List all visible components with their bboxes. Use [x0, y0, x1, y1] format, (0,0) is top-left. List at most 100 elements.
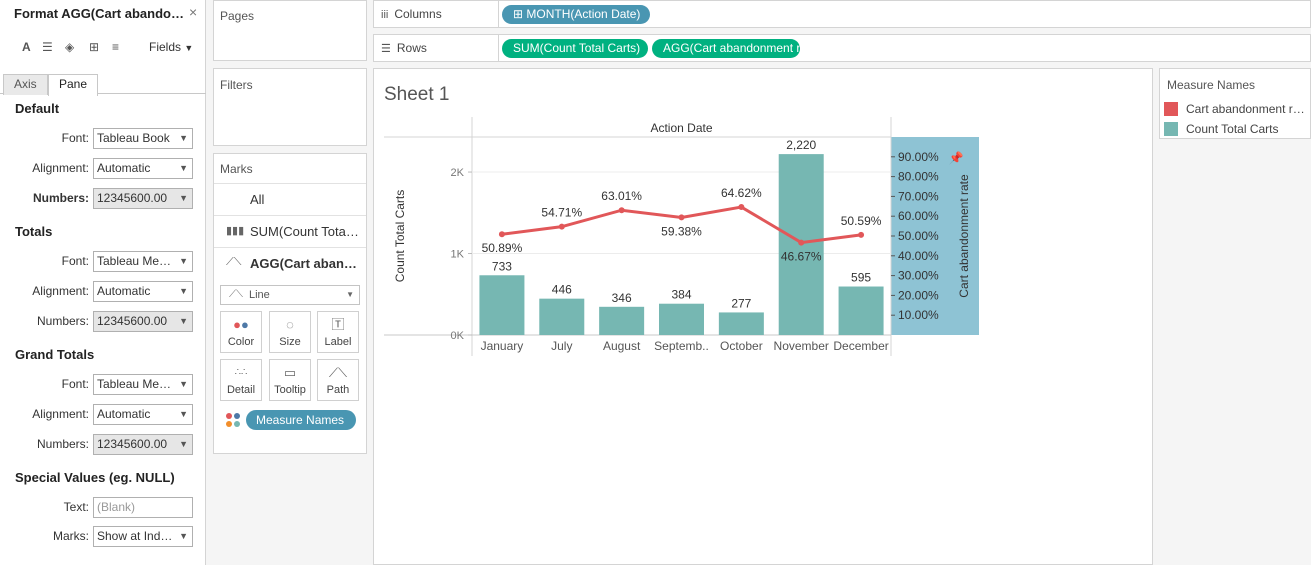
rows-pill-agg-cart-abandonment[interactable]: AGG(Cart abandonment rate): [652, 39, 800, 58]
chevron-down-icon: ▼: [179, 409, 188, 419]
tooltip-button[interactable]: ▭ Tooltip: [269, 359, 311, 401]
marks-row-label: AGG(Cart abandonment rate): [250, 256, 360, 271]
default-alignment-label: Alignment:: [32, 161, 89, 175]
fields-dropdown[interactable]: Fields ▼: [149, 40, 193, 54]
default-font-dropdown[interactable]: Tableau Book ▼: [93, 128, 193, 149]
detail-button-label: Detail: [226, 384, 256, 396]
pin-icon: 📌: [949, 150, 964, 165]
bar-data-label: 595: [851, 271, 871, 285]
pages-shelf[interactable]: Pages: [213, 0, 367, 61]
grand-totals-font-dropdown[interactable]: Tableau Medium ▼: [93, 374, 193, 395]
line-data-label: 54.71%: [541, 206, 582, 220]
lines-icon[interactable]: ≡: [112, 40, 119, 54]
rows-pill-sum-count[interactable]: SUM(Count Total Carts): [502, 39, 648, 58]
color-button-label: Color: [227, 336, 255, 348]
bar-chart-icon: ▮▮▮: [226, 225, 245, 237]
shading-icon[interactable]: ◈: [65, 40, 74, 54]
right-axis-tick-label: 90.00%: [898, 150, 939, 164]
chevron-down-icon: ▼: [179, 193, 188, 203]
alignment-icon[interactable]: ☰: [42, 40, 53, 54]
chevron-down-icon: ▼: [179, 531, 188, 541]
tab-axis[interactable]: Axis: [3, 74, 48, 95]
label-button[interactable]: 🅃 Label: [317, 311, 359, 353]
category-label: December: [833, 339, 888, 353]
tooltip-button-label: Tooltip: [274, 384, 306, 396]
left-axis-title: Count Total Carts: [393, 190, 407, 283]
left-axis-tick-label: 1K: [451, 249, 465, 261]
grand-totals-alignment-label: Alignment:: [32, 407, 89, 421]
bar-count-total-carts: [659, 303, 704, 335]
totals-font-label: Font:: [61, 254, 89, 268]
line-chart-icon: ⟋⟍: [229, 289, 243, 300]
marks-card: Marks All ▮▮▮ SUM(Count Total Carts) ⟋⟍ …: [213, 153, 367, 454]
format-toolbar: A ☰ ◈ ⊞ ≡ Fields ▼: [0, 36, 206, 60]
right-axis-tick-label: 40.00%: [898, 249, 939, 263]
legend-item-label: Count Total Carts: [1186, 122, 1279, 136]
bar-data-label: 346: [612, 291, 632, 305]
bar-data-label: 384: [671, 288, 691, 302]
legend-title: Measure Names: [1167, 78, 1256, 92]
bar-count-total-carts: [479, 275, 525, 335]
size-icon: ◌: [286, 317, 294, 332]
columns-pill-month[interactable]: ⊞ MONTH(Action Date): [502, 5, 650, 24]
path-button[interactable]: ⟋⟍ Path: [317, 359, 359, 401]
line-point: [618, 207, 625, 214]
tab-pane[interactable]: Pane: [48, 74, 99, 96]
bar-data-label: 733: [492, 259, 512, 273]
right-axis-tick-label: 20.00%: [898, 288, 939, 302]
filters-shelf[interactable]: Filters: [213, 68, 367, 146]
bar-count-total-carts: [718, 312, 764, 335]
grand-totals-numbers-label: Numbers:: [36, 437, 89, 451]
marks-row-all[interactable]: All: [214, 183, 366, 214]
marks-title: Marks: [220, 162, 253, 176]
right-axis-title: Cart abandonment rate: [957, 174, 971, 298]
legend-item-cart-abandonment[interactable]: Cart abandonment rate: [1164, 100, 1308, 118]
totals-font-dropdown[interactable]: Tableau Medium ▼: [93, 251, 193, 272]
line-data-label: 46.67%: [781, 250, 822, 264]
columns-shelf-header: iii Columns: [374, 1, 499, 27]
columns-label: Columns: [394, 7, 442, 21]
special-text-input[interactable]: (Blank): [93, 497, 193, 518]
rows-label: Rows: [396, 41, 427, 55]
color-legend: Measure Names Cart abandonment rate Coun…: [1159, 68, 1311, 139]
default-numbers-label: Numbers:: [32, 191, 89, 205]
legend-item-count-total-carts[interactable]: Count Total Carts: [1164, 120, 1308, 138]
special-marks-dropdown[interactable]: Show at Indicator ▼: [93, 526, 193, 547]
grand-totals-numbers-dropdown[interactable]: 12345600.00 ▼: [93, 434, 193, 455]
measure-names-pill[interactable]: Measure Names: [246, 410, 356, 430]
totals-alignment-label: Alignment:: [32, 284, 89, 298]
format-pane: Format AGG(Cart abandonment rate) × A ☰ …: [0, 0, 206, 565]
columns-shelf[interactable]: iii Columns ⊞ MONTH(Action Date): [373, 0, 1311, 28]
close-icon[interactable]: ×: [189, 4, 197, 20]
mark-type-dropdown[interactable]: ⟋⟍ Line ▼: [220, 285, 360, 305]
line-point: [798, 239, 805, 246]
bar-data-label: 2,220: [786, 138, 816, 152]
column-header-action-date: Action Date: [650, 121, 712, 135]
sheet-view: Sheet 1 Action Date 0K 1K 2K Count Total Car…: [373, 68, 1153, 565]
rows-shelf[interactable]: ☰ Rows SUM(Count Total Carts) AGG(Cart ab…: [373, 34, 1311, 62]
right-axis-tick-label: 30.00%: [898, 269, 939, 283]
totals-numbers-dropdown[interactable]: 12345600.00 ▼: [93, 311, 193, 332]
section-title-totals: Totals: [15, 224, 53, 239]
size-button[interactable]: ◌ Size: [269, 311, 311, 353]
marks-row-sum-count-total-carts[interactable]: ▮▮▮ SUM(Count Total Carts): [214, 215, 366, 246]
chevron-down-icon: ▼: [179, 379, 188, 389]
grand-totals-font-label: Font:: [61, 377, 89, 391]
font-icon[interactable]: A: [22, 40, 31, 54]
borders-icon[interactable]: ⊞: [89, 40, 99, 54]
grand-totals-alignment-dropdown[interactable]: Automatic ▼: [93, 404, 193, 425]
totals-numbers-label: Numbers:: [36, 314, 89, 328]
default-numbers-dropdown[interactable]: 12345600.00 ▼: [93, 188, 193, 209]
color-button[interactable]: ●● Color: [220, 311, 262, 353]
text-label-icon: 🅃: [331, 317, 345, 332]
line-point: [678, 214, 685, 221]
default-alignment-dropdown[interactable]: Automatic ▼: [93, 158, 193, 179]
totals-alignment-dropdown[interactable]: Automatic ▼: [93, 281, 193, 302]
marks-row-agg-cart-abandonment[interactable]: ⟋⟍ AGG(Cart abandonment rate): [214, 247, 366, 278]
detail-button[interactable]: ∴∴ Detail: [220, 359, 262, 401]
line-data-label: 64.62%: [721, 186, 762, 200]
totals-alignment-value: Automatic: [97, 284, 151, 298]
color-dots-icon: [226, 413, 242, 429]
special-marks-value: Show at Indicator: [97, 529, 175, 543]
default-numbers-value: 12345600.00: [97, 191, 168, 205]
